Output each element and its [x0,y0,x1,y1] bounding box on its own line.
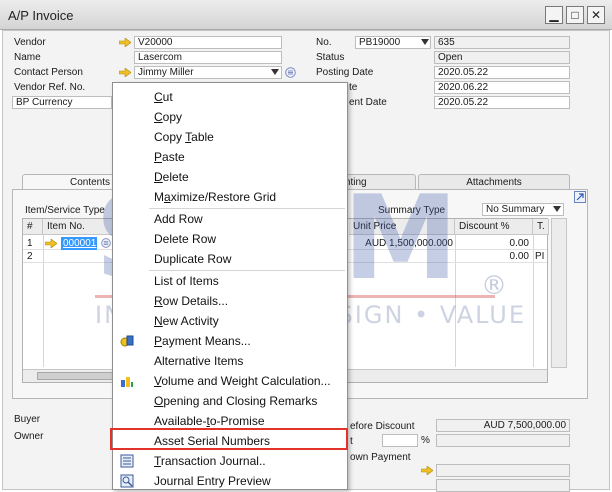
menu-item-copy-table[interactable]: Copy Table [113,127,347,147]
chevron-down-icon[interactable] [421,39,429,45]
window-title: A/P Invoice [8,8,74,23]
posting-date-label: Posting Date [316,67,374,78]
menu-item-payment-means[interactable]: Payment Means... [113,331,347,351]
menu-item-journal-entry-preview[interactable]: Journal Entry Preview [113,471,347,491]
vendor-field[interactable]: V20000 [134,36,282,49]
column-header-number[interactable]: # [23,219,43,235]
link-arrow-icon[interactable] [421,466,433,475]
due-date-label: te [349,82,358,93]
details-circle-icon[interactable] [285,67,296,78]
vendor-ref-label: Vendor Ref. No. [14,82,86,93]
down-payment-label: own Payment [350,452,411,463]
menu-item-volume-weight-calculation[interactable]: Volume and Weight Calculation... [113,371,347,391]
scrollbar-thumb[interactable] [37,372,123,380]
close-button[interactable]: ✕ [587,6,605,24]
table-row-number: 2 [27,251,33,262]
vendor-label: Vendor [14,37,46,48]
discount-label: t [350,436,353,447]
status-label: Status [316,52,345,63]
number-label: No. [316,37,332,48]
link-arrow-icon[interactable] [45,239,57,248]
menu-item-new-activity[interactable]: New Activity [113,311,347,331]
details-circle-icon[interactable] [101,238,111,248]
menu-item-delete-row[interactable]: Delete Row [113,229,347,249]
menu-item-alternative-items[interactable]: Alternative Items [113,351,347,371]
status-field: Open [434,51,570,64]
total-before-discount-field: AUD 7,500,000.00 [436,419,570,432]
discount-percent-field[interactable] [382,434,418,447]
chevron-down-icon[interactable] [553,206,561,212]
tab-attachments[interactable]: Attachments [418,174,570,190]
menu-item-delete[interactable]: Delete [113,167,347,187]
expand-grid-icon[interactable] [574,191,586,203]
vertical-scrollbar[interactable] [551,218,567,368]
chevron-down-icon[interactable] [271,69,279,75]
menu-item-paste[interactable]: Paste [113,147,347,167]
discount-cell[interactable]: 0.00 [455,237,529,250]
buyer-label: Buyer [14,414,41,425]
highlight-box-asset-serial-numbers [110,428,348,450]
menu-item-cut[interactable]: Cut [113,87,347,107]
summary-type-label: Summary Type [378,205,446,216]
menu-item-maximize-restore-grid[interactable]: Maximize/Restore Grid [113,187,347,207]
menu-item-row-details[interactable]: Row Details... [113,291,347,311]
document-date-field[interactable]: 2020.05.22 [434,96,570,109]
menu-item-add-row[interactable]: Add Row [113,209,347,229]
contact-person-label: Contact Person [14,67,83,78]
menu-item-copy[interactable]: Copy [113,107,347,127]
discount-cell[interactable]: 0.00 [455,250,529,263]
menu-item-list-of-items[interactable]: List of Items [113,271,347,291]
column-header-discount[interactable]: Discount % [455,219,533,235]
owner-label: Owner [14,431,44,442]
table-row-number: 1 [27,238,33,249]
name-label: Name [14,52,41,63]
freight-field [436,479,570,492]
down-payment-field [436,464,570,477]
menu-item-duplicate-row[interactable]: Duplicate Row [113,249,347,269]
document-date-label: ent Date [349,97,387,108]
summary-type-dropdown[interactable]: No Summary [482,203,564,216]
posting-date-field[interactable]: 2020.05.22 [434,66,570,79]
contact-person-field[interactable]: Jimmy Miller [134,66,282,79]
due-date-field[interactable]: 2020.06.22 [434,81,570,94]
percent-sign: % [421,435,430,446]
link-arrow-icon[interactable] [119,38,131,47]
tax-cell[interactable]: PI [535,250,549,263]
maximize-button[interactable]: □ [566,6,584,24]
discount-amount-field [436,434,570,447]
unit-price-cell[interactable]: AUD 1,500,000.000 [349,237,453,250]
name-field[interactable]: Lasercom [134,51,282,64]
window-titlebar: A/P Invoice ▁ □ ✕ [0,0,612,30]
series-dropdown[interactable]: PB19000 [355,36,431,49]
document-number-field[interactable]: 635 [434,36,570,49]
minimize-button[interactable]: ▁ [545,6,563,24]
menu-item-opening-closing-remarks[interactable]: Opening and Closing Remarks [113,391,347,411]
total-before-discount-label: efore Discount [350,421,415,432]
link-arrow-icon[interactable] [119,68,131,77]
item-number-cell-selected[interactable]: 000001 [61,237,97,250]
bp-currency-label[interactable]: BP Currency [12,96,112,109]
item-type-label: Item/Service Type [25,205,105,216]
column-header-tax[interactable]: T. [533,219,549,235]
column-header-unit-price[interactable]: Unit Price [349,219,455,235]
menu-item-transaction-journal[interactable]: Transaction Journal.. [113,451,347,471]
